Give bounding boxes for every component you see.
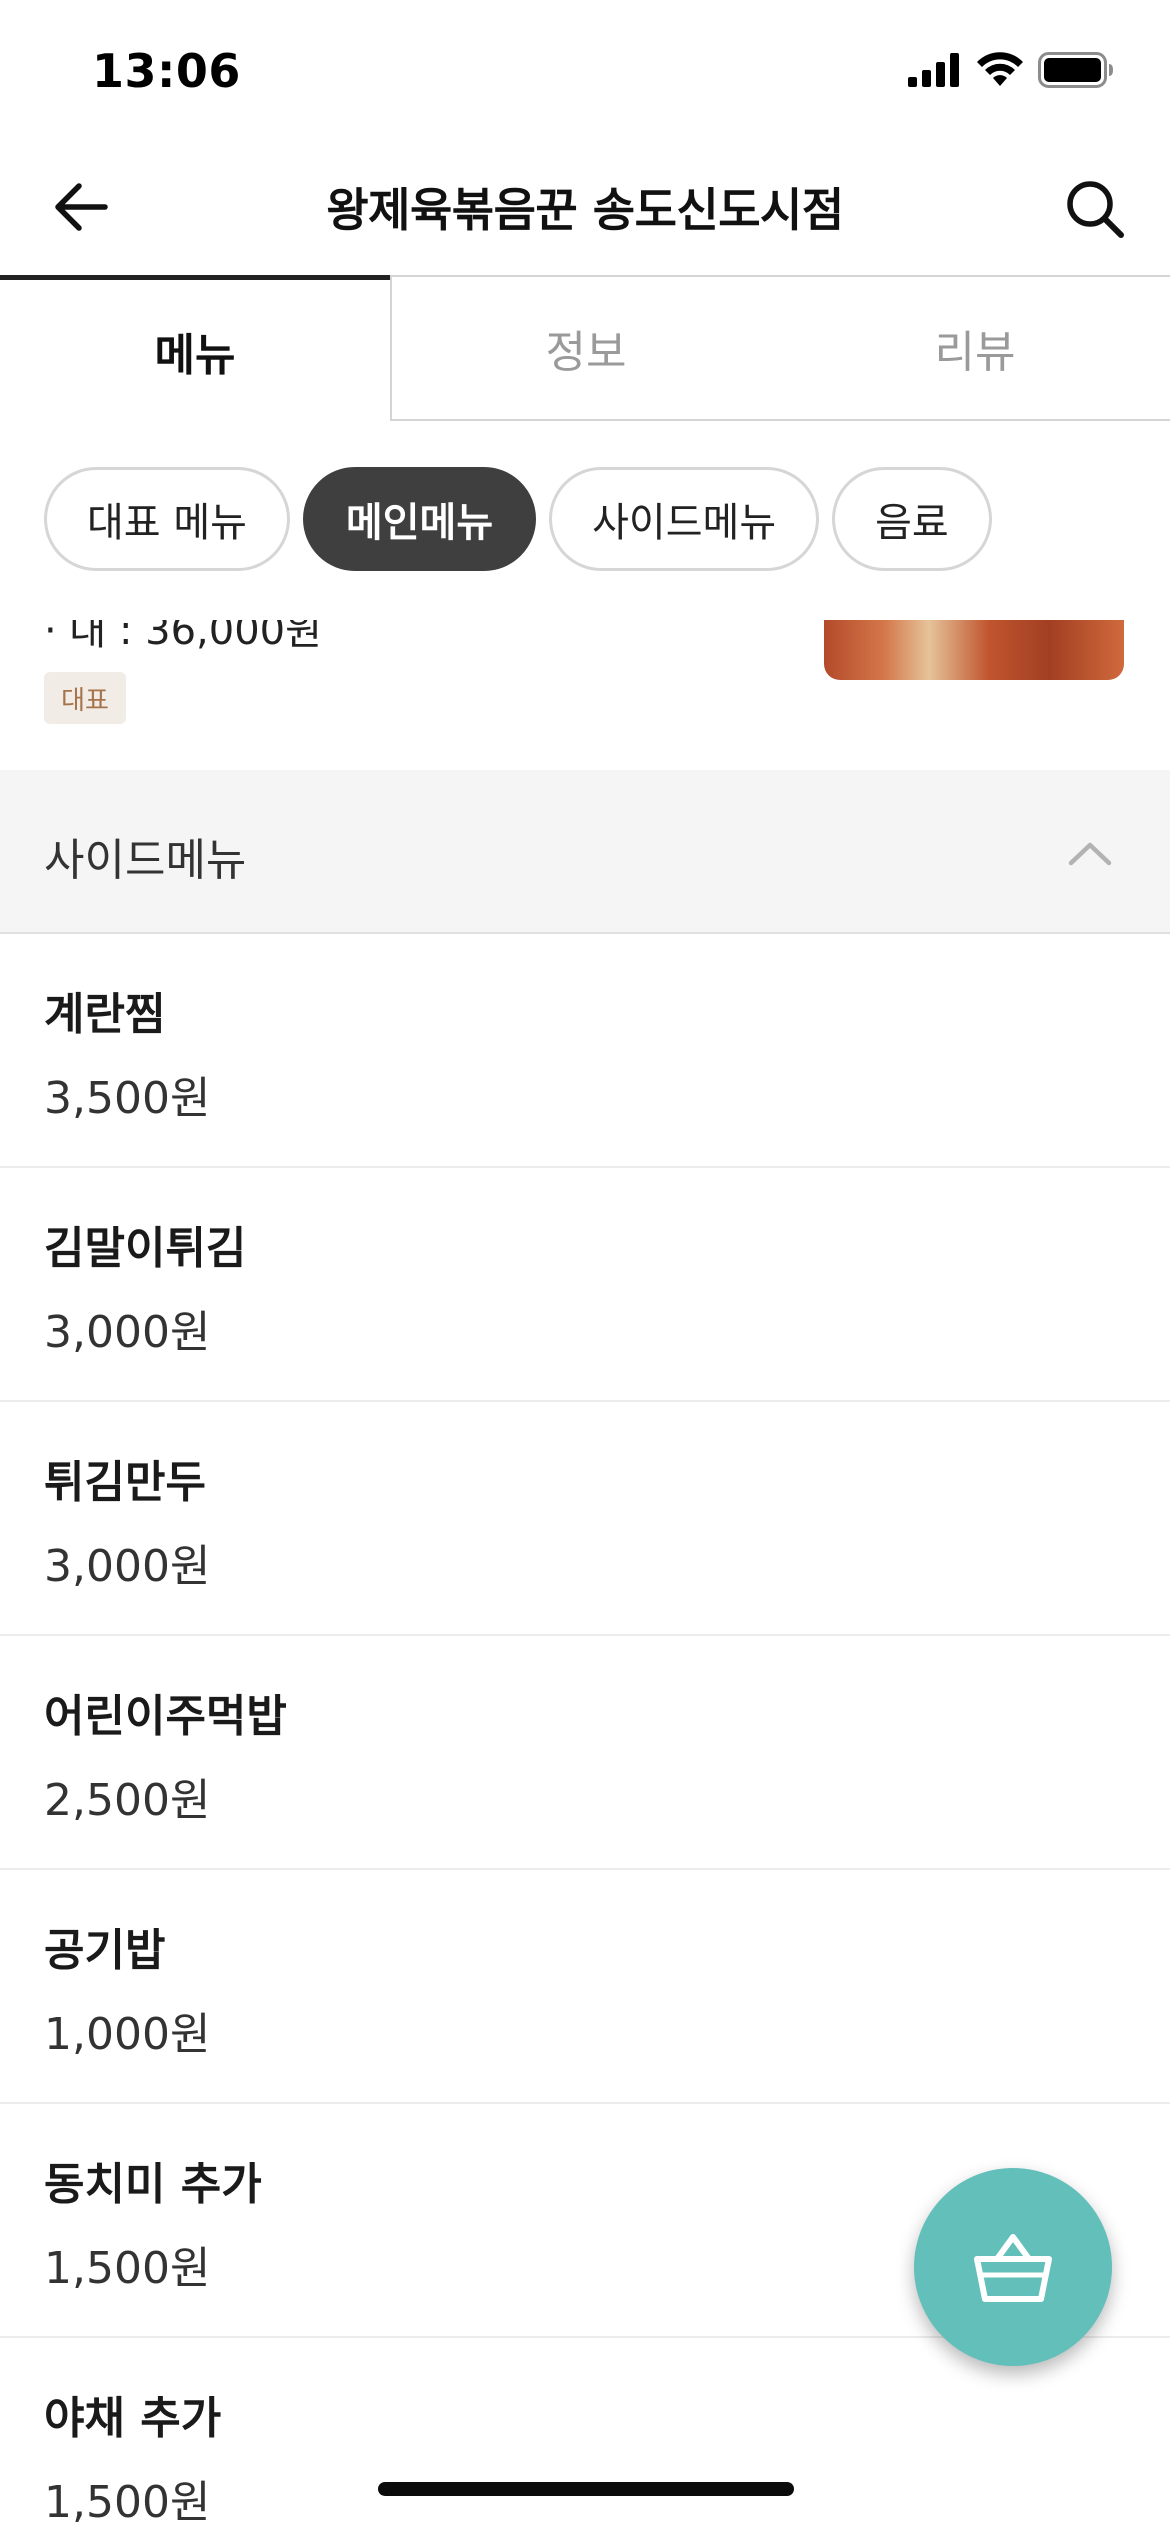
wifi-icon bbox=[977, 52, 1023, 86]
menu-item[interactable]: 공기밥 1,000원 bbox=[0, 1870, 1170, 2104]
category-chip-row: 대표 메뉴 메인메뉴 사이드메뉴 음료 bbox=[44, 467, 992, 571]
main-tabs: 메뉴 정보 리뷰 bbox=[0, 275, 1170, 421]
chip-drinks[interactable]: 음료 bbox=[832, 467, 992, 571]
menu-item[interactable]: 계란찜 3,500원 bbox=[0, 934, 1170, 1168]
menu-item-price: 2,500원 bbox=[44, 1775, 211, 1826]
menu-item[interactable]: 야채 추가 1,500원 bbox=[0, 2338, 1170, 2532]
status-icons bbox=[908, 52, 1114, 88]
menu-item-price: 1,000원 bbox=[44, 2009, 211, 2060]
chip-featured-menu[interactable]: 대표 메뉴 bbox=[44, 467, 290, 571]
menu-item-price: 1,500원 bbox=[44, 2477, 211, 2528]
menu-item-name: 계란찜 bbox=[44, 989, 166, 1040]
search-icon bbox=[1067, 181, 1124, 238]
status-time: 13:06 bbox=[92, 44, 241, 98]
side-menu-section-header[interactable]: 사이드메뉴 bbox=[0, 770, 1170, 934]
menu-item-name: 김말이튀김 bbox=[44, 1223, 247, 1274]
section-title: 사이드메뉴 bbox=[44, 835, 247, 886]
menu-item-price: 3,500원 bbox=[44, 1073, 211, 1124]
restaurant-menu-screen: 13:06 왕제육볶음꾼 송도신도시점 메뉴 정보 리뷰 대표 메뉴 메인메뉴 … bbox=[0, 0, 1170, 2532]
menu-item-thumbnail bbox=[824, 620, 1124, 680]
battery-icon bbox=[1038, 52, 1113, 88]
menu-item[interactable]: 튀김만두 3,000원 bbox=[0, 1402, 1170, 1636]
menu-item-price: 3,000원 bbox=[44, 1307, 211, 1358]
tab-info[interactable]: 정보 bbox=[390, 275, 780, 421]
tab-reviews-label: 리뷰 bbox=[934, 327, 1016, 378]
menu-item-price: 1,500원 bbox=[44, 2243, 211, 2294]
tab-menu-label: 메뉴 bbox=[154, 329, 236, 381]
menu-item-name: 어린이주먹밥 bbox=[44, 1691, 287, 1742]
home-indicator[interactable] bbox=[378, 2482, 794, 2496]
menu-item[interactable]: 김말이튀김 3,000원 bbox=[0, 1168, 1170, 1402]
menu-item[interactable]: 어린이주먹밥 2,500원 bbox=[0, 1636, 1170, 1870]
menu-item-price: 3,000원 bbox=[44, 1541, 211, 1592]
cellular-signal-icon bbox=[908, 53, 959, 87]
chip-main-menu[interactable]: 메인메뉴 bbox=[302, 467, 537, 571]
tab-info-label: 정보 bbox=[545, 327, 627, 378]
chevron-up-icon[interactable] bbox=[1066, 830, 1114, 878]
cart-button[interactable] bbox=[914, 2168, 1112, 2366]
status-bar: 13:06 bbox=[0, 0, 1170, 140]
previous-item-price: · 대 : 36,000원 bbox=[44, 620, 322, 654]
menu-item-name: 공기밥 bbox=[44, 1925, 166, 1976]
tab-menu[interactable]: 메뉴 bbox=[0, 275, 390, 421]
menu-item-name: 야채 추가 bbox=[44, 2393, 222, 2444]
menu-item-name: 튀김만두 bbox=[44, 1457, 206, 1508]
search-button[interactable] bbox=[1060, 174, 1130, 244]
menu-item-name: 동치미 추가 bbox=[44, 2159, 262, 2210]
featured-badge: 대표 bbox=[44, 672, 126, 724]
shopping-basket-icon bbox=[974, 2234, 1052, 2302]
page-title: 왕제육볶음꾼 송도신도시점 bbox=[326, 183, 844, 237]
chip-side-menu[interactable]: 사이드메뉴 bbox=[549, 467, 820, 571]
previous-menu-item[interactable]: · 대 : 36,000원 대표 bbox=[0, 620, 1170, 770]
app-header: 왕제육볶음꾼 송도신도시점 bbox=[0, 140, 1170, 275]
tab-reviews[interactable]: 리뷰 bbox=[780, 275, 1170, 421]
